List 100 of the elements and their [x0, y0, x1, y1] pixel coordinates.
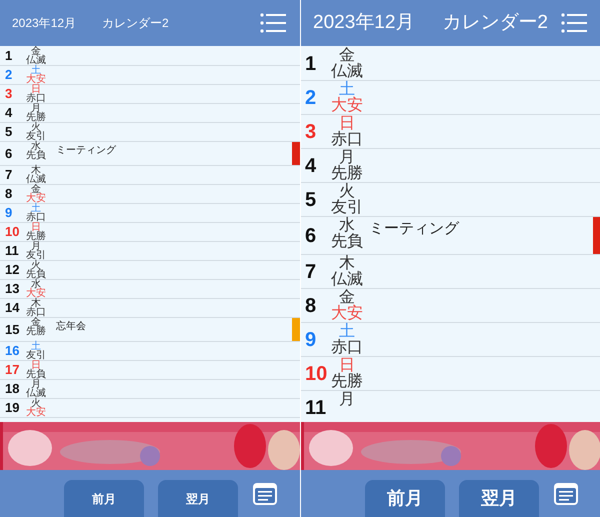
event-title[interactable]: 忘年会: [56, 321, 86, 332]
day-number: 1: [305, 52, 316, 76]
weekday-label: 火: [339, 184, 355, 200]
rokuyo-label: 友引: [26, 351, 46, 360]
day-number: 7: [305, 260, 316, 284]
weekday-label: 木: [339, 256, 355, 272]
rokuyo-label: 先負: [26, 151, 46, 160]
rokuyo-label: 先勝: [26, 113, 46, 122]
month-title: 2023年12月: [12, 15, 76, 32]
rokuyo-label: 大安: [331, 306, 363, 322]
day-number: 19: [5, 399, 20, 418]
day-number: 2: [5, 66, 12, 84]
day-number: 4: [305, 154, 316, 178]
rokuyo-label: 大安: [26, 408, 46, 417]
weekday-label: 日: [31, 223, 41, 232]
list-icon[interactable]: [553, 482, 579, 506]
rokuyo-label: 仏滅: [26, 56, 46, 65]
day-number: 3: [305, 120, 316, 144]
weekday-label: 金: [339, 290, 355, 306]
weekday-label: 金: [31, 318, 41, 327]
weekday-label: 月: [339, 150, 355, 166]
rokuyo-label: 赤口: [26, 94, 46, 103]
weekday-label: 土: [339, 82, 355, 98]
event-title[interactable]: ミーティング: [369, 220, 459, 237]
day-number: 10: [305, 362, 328, 386]
weekday-label: 火: [31, 123, 41, 132]
day-number: 10: [5, 223, 20, 242]
day-number: 13: [5, 280, 20, 298]
rokuyo-label: 大安: [26, 194, 46, 203]
month-nav-button[interactable]: 翌月: [158, 480, 238, 517]
weekday-label: 月: [31, 242, 41, 251]
day-number: 12: [5, 261, 20, 280]
weekday-label: 土: [339, 324, 355, 340]
weekday-label: 水: [31, 280, 41, 289]
weekday-label: 木: [31, 299, 41, 308]
weekday-label: 月: [339, 392, 355, 408]
list-icon[interactable]: [252, 482, 278, 506]
day-number: 6: [305, 224, 316, 248]
day-number: 2: [305, 86, 316, 110]
weekday-label: 日: [339, 116, 355, 132]
rokuyo-label: 友引: [331, 200, 363, 216]
day-number: 11: [5, 242, 19, 260]
day-number: 11: [305, 396, 326, 420]
weekday-label: 日: [31, 85, 41, 94]
rokuyo-label: 赤口: [331, 340, 363, 356]
day-number: 8: [305, 294, 316, 318]
month-nav-button[interactable]: 前月: [365, 480, 445, 517]
weekday-label: 月: [31, 104, 41, 113]
rokuyo-label: 友引: [26, 132, 46, 141]
weekday-label: 月: [31, 380, 41, 389]
rokuyo-label: 先負: [26, 370, 46, 379]
calendar-name: カレンダー2: [442, 10, 548, 35]
weekday-label: 金: [31, 47, 41, 56]
day-number: 16: [5, 342, 20, 360]
rokuyo-label: 先勝: [26, 232, 46, 241]
weekday-label: 土: [31, 204, 41, 213]
rokuyo-label: 仏滅: [26, 389, 46, 398]
rokuyo-label: 仏滅: [331, 272, 363, 288]
calendar-name: カレンダー2: [102, 15, 169, 32]
rokuyo-label: 大安: [26, 289, 46, 298]
rokuyo-label: 先勝: [331, 374, 363, 390]
month-nav-button[interactable]: 翌月: [459, 480, 539, 517]
day-number: 8: [5, 185, 12, 204]
rokuyo-label: 赤口: [331, 132, 363, 148]
weekday-label: 金: [31, 185, 41, 194]
rokuyo-label: 大安: [331, 98, 363, 114]
day-number: 9: [5, 204, 12, 222]
day-number: 15: [5, 320, 20, 339]
rokuyo-label: 先負: [26, 270, 46, 279]
rokuyo-label: 先勝: [26, 327, 46, 336]
event-title[interactable]: ミーティング: [56, 145, 116, 156]
weekday-label: 日: [31, 361, 41, 370]
day-number: 14: [5, 299, 20, 318]
rokuyo-label: 仏滅: [331, 64, 363, 80]
rokuyo-label: 先勝: [331, 166, 363, 182]
weekday-label: 日: [339, 358, 355, 374]
weekday-label: 火: [31, 399, 41, 408]
menu-icon[interactable]: [260, 13, 286, 33]
rokuyo-label: 先負: [331, 234, 363, 250]
day-number: 4: [5, 104, 12, 122]
day-number: 3: [5, 85, 12, 104]
rokuyo-label: 仏滅: [26, 175, 46, 184]
rokuyo-label: 友引: [26, 251, 46, 260]
day-number: 5: [5, 123, 12, 142]
weekday-label: 金: [339, 48, 355, 64]
month-nav-button[interactable]: 前月: [64, 480, 144, 517]
menu-icon[interactable]: [561, 13, 587, 33]
weekday-label: 火: [31, 261, 41, 270]
weekday-label: 水: [339, 218, 355, 234]
weekday-label: 土: [31, 342, 41, 351]
day-number: 7: [5, 166, 12, 184]
rokuyo-label: 赤口: [26, 308, 46, 317]
day-number: 9: [305, 328, 316, 352]
day-number: 17: [5, 361, 20, 380]
weekday-label: 土: [31, 66, 41, 75]
rokuyo-label: 赤口: [26, 213, 46, 222]
weekday-label: 木: [31, 166, 41, 175]
rokuyo-label: 大安: [26, 75, 46, 84]
day-number: 18: [5, 380, 20, 398]
day-number: 6: [5, 144, 12, 163]
